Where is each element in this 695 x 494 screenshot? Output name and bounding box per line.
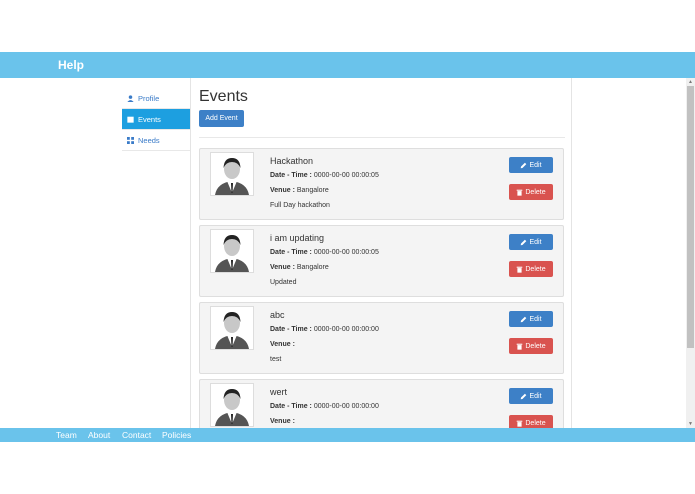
edit-button[interactable]: Edit — [509, 388, 553, 404]
sidebar-item-events[interactable]: Events — [122, 109, 190, 130]
event-description: Updated — [270, 279, 297, 286]
event-name: i am updating — [270, 233, 325, 243]
avatar — [210, 229, 254, 273]
delete-label: Delete — [525, 265, 546, 273]
avatar — [210, 152, 254, 196]
delete-button[interactable]: Delete — [509, 415, 553, 428]
datetime-value: 0000-00-00 00:00:00 — [313, 403, 379, 410]
person-avatar-icon — [211, 230, 253, 272]
top-navbar: Help — [0, 52, 695, 78]
edit-button[interactable]: Edit — [509, 311, 553, 327]
person-avatar-icon — [211, 384, 253, 426]
venue-label: Venue : — [270, 341, 295, 348]
trash-icon — [517, 189, 523, 196]
edit-button[interactable]: Edit — [509, 157, 553, 173]
delete-button[interactable]: Delete — [509, 184, 553, 200]
grid-icon — [127, 136, 134, 144]
delete-label: Delete — [525, 342, 546, 350]
event-venue: Venue : — [270, 418, 295, 425]
edit-button[interactable]: Edit — [509, 234, 553, 250]
sidebar-item-profile[interactable]: Profile — [122, 88, 190, 109]
trash-icon — [517, 343, 523, 350]
person-avatar-icon — [211, 307, 253, 349]
scrollbar-thumb[interactable] — [687, 86, 694, 348]
footer-link-about[interactable]: About — [88, 430, 110, 440]
delete-label: Delete — [525, 419, 546, 427]
venue-value: Bangalore — [296, 264, 329, 271]
event-venue: Venue : — [270, 341, 295, 348]
date-label: Date - Time : — [270, 249, 312, 256]
scroll-up-arrow-icon[interactable]: ▲ — [686, 78, 695, 86]
trash-icon — [517, 266, 523, 273]
event-card: abc Date - Time : 0000-00-00 00:00:00 Ve… — [199, 302, 564, 374]
event-datetime: Date - Time : 0000-00-00 00:00:00 — [270, 326, 379, 333]
edit-label: Edit — [529, 161, 542, 169]
footer-link-contact[interactable]: Contact — [122, 430, 151, 440]
pencil-icon — [521, 393, 527, 399]
event-card: i am updating Date - Time : 0000-00-00 0… — [199, 225, 564, 297]
content-divider — [571, 78, 572, 428]
venue-value: Bangalore — [296, 187, 329, 194]
date-label: Date - Time : — [270, 403, 312, 410]
pencil-icon — [521, 316, 527, 322]
user-icon — [127, 94, 134, 102]
event-venue: Venue : Bangalore — [270, 187, 329, 194]
event-datetime: Date - Time : 0000-00-00 00:00:05 — [270, 249, 379, 256]
venue-label: Venue : — [270, 418, 295, 425]
brand-logo[interactable]: Help — [58, 58, 84, 72]
divider — [199, 137, 565, 138]
page-viewport: Profile Events Needs Events Add Event Ha… — [0, 78, 695, 428]
event-description: Full Day hackathon — [270, 202, 330, 209]
event-card: wert Date - Time : 0000-00-00 00:00:00 V… — [199, 379, 564, 428]
add-event-button[interactable]: Add Event — [199, 110, 244, 127]
event-name: abc — [270, 310, 285, 320]
sidebar: Profile Events Needs — [122, 88, 190, 151]
datetime-value: 0000-00-00 00:00:05 — [313, 249, 379, 256]
trash-icon — [517, 420, 523, 427]
pencil-icon — [521, 239, 527, 245]
datetime-value: 0000-00-00 00:00:00 — [313, 326, 379, 333]
scroll-down-arrow-icon[interactable]: ▼ — [686, 420, 695, 428]
date-label: Date - Time : — [270, 172, 312, 179]
sidebar-item-label: Needs — [138, 135, 160, 145]
datetime-value: 0000-00-00 00:00:05 — [313, 172, 379, 179]
sidebar-item-label: Profile — [138, 93, 160, 103]
events-list: Hackathon Date - Time : 0000-00-00 00:00… — [199, 148, 564, 428]
delete-button[interactable]: Delete — [509, 338, 553, 354]
person-avatar-icon — [211, 153, 253, 195]
event-name: Hackathon — [270, 156, 314, 166]
sidebar-divider — [190, 78, 191, 428]
avatar — [210, 306, 254, 350]
page-title: Events — [199, 88, 248, 105]
footer: Team About Contact Policies — [0, 428, 695, 442]
avatar — [210, 383, 254, 427]
delete-button[interactable]: Delete — [509, 261, 553, 277]
event-card: Hackathon Date - Time : 0000-00-00 00:00… — [199, 148, 564, 220]
event-datetime: Date - Time : 0000-00-00 00:00:00 — [270, 403, 379, 410]
footer-link-team[interactable]: Team — [56, 430, 77, 440]
calendar-icon — [127, 116, 134, 123]
event-description: test — [270, 356, 282, 363]
event-name: wert — [270, 387, 288, 397]
edit-label: Edit — [529, 392, 542, 400]
footer-link-policies[interactable]: Policies — [162, 430, 191, 440]
pencil-icon — [521, 162, 527, 168]
delete-label: Delete — [525, 188, 546, 196]
edit-label: Edit — [529, 238, 542, 246]
sidebar-item-needs[interactable]: Needs — [122, 130, 190, 151]
sidebar-item-label: Events — [138, 114, 161, 124]
event-venue: Venue : Bangalore — [270, 264, 329, 271]
edit-label: Edit — [529, 315, 542, 323]
vertical-scrollbar[interactable]: ▲ ▼ — [686, 78, 695, 428]
event-datetime: Date - Time : 0000-00-00 00:00:05 — [270, 172, 379, 179]
venue-label: Venue : — [270, 264, 295, 271]
date-label: Date - Time : — [270, 326, 312, 333]
venue-label: Venue : — [270, 187, 295, 194]
